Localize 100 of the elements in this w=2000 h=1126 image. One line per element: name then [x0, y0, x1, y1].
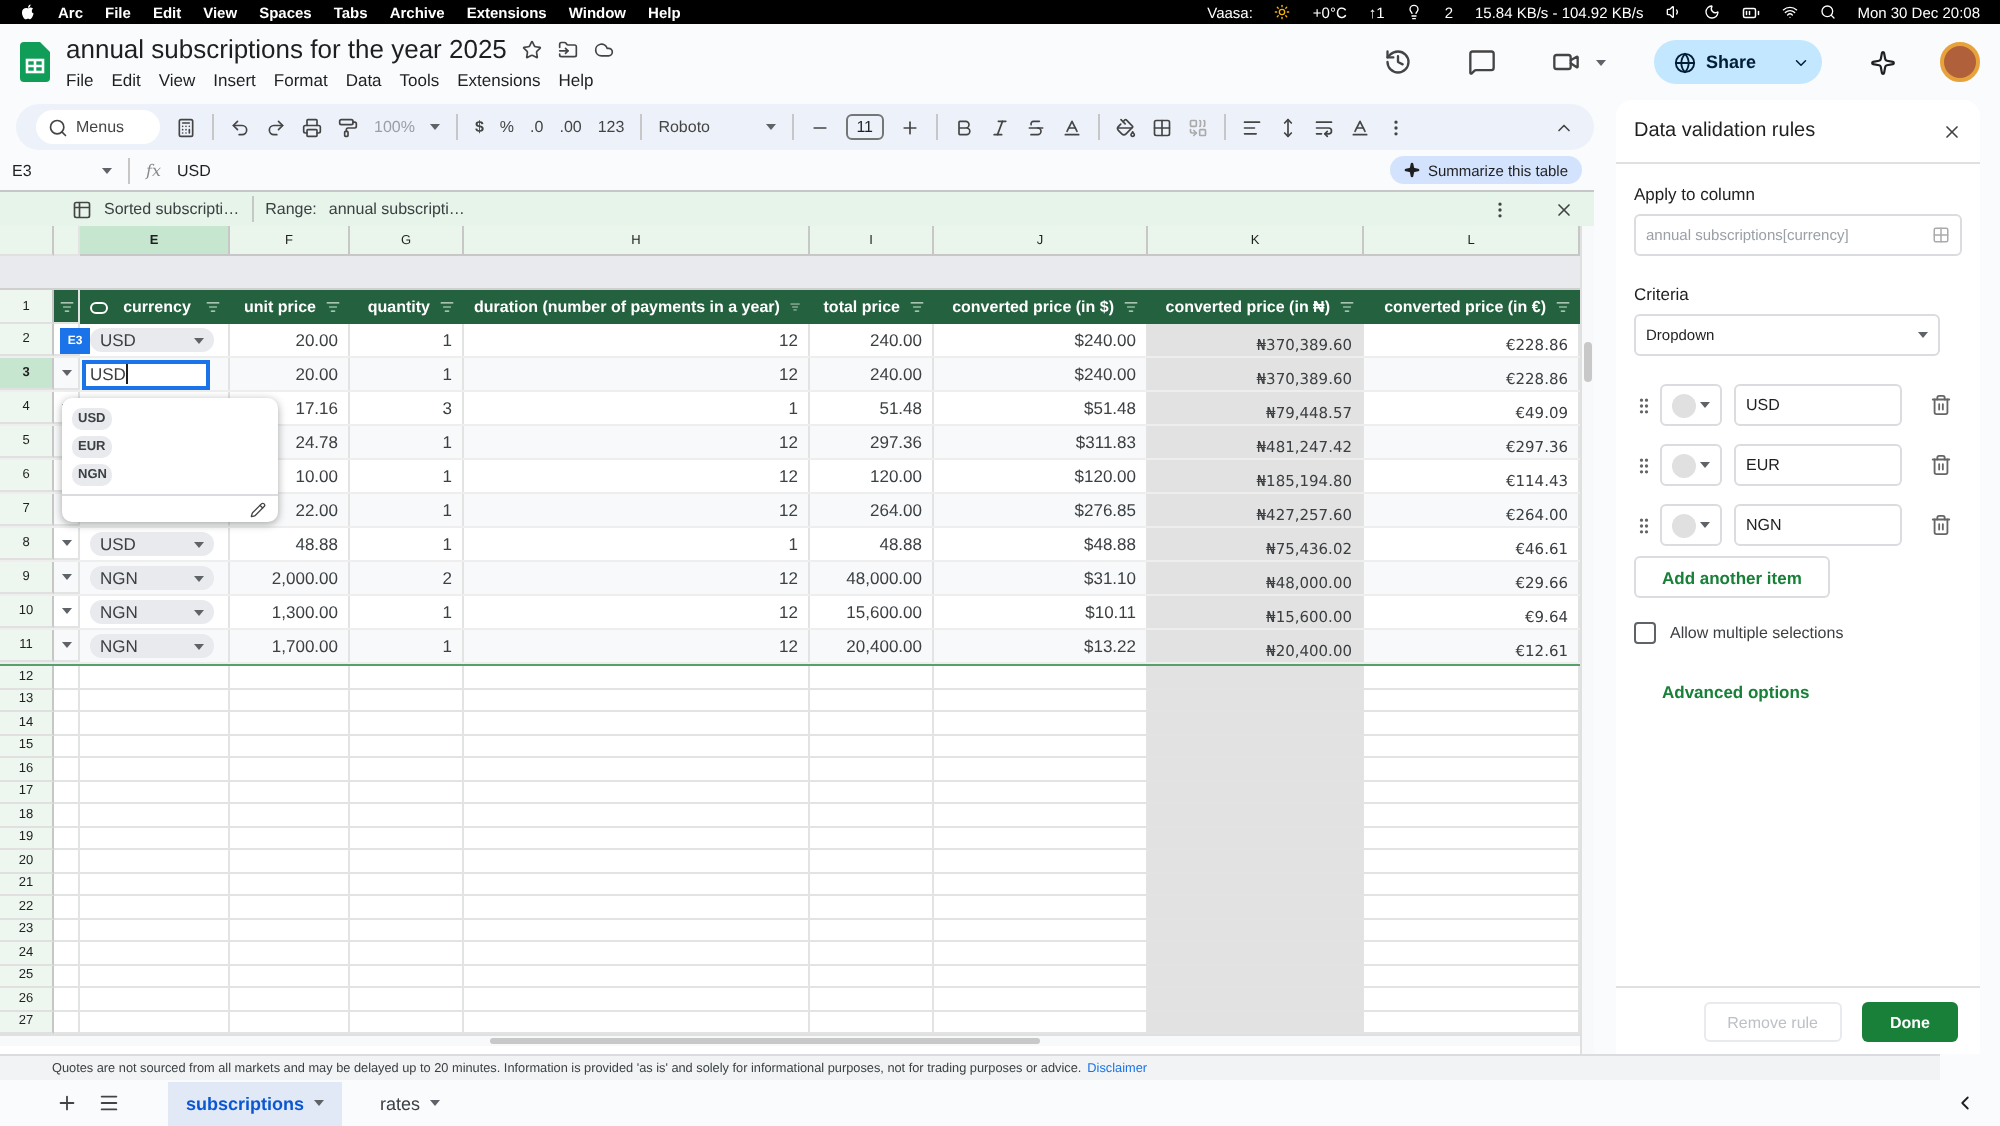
- caret-icon: [194, 643, 204, 649]
- filter-icon[interactable]: [205, 300, 220, 314]
- avatar[interactable]: [1940, 42, 1980, 82]
- delete-icon[interactable]: [1930, 394, 1952, 416]
- table-name[interactable]: Sorted subscripti…: [104, 200, 240, 218]
- plus-icon[interactable]: [899, 117, 920, 137]
- search-icon[interactable]: [1819, 4, 1836, 20]
- number-format-button[interactable]: %: [499, 118, 515, 136]
- item-field[interactable]: NGN: [1734, 504, 1902, 546]
- share-button[interactable]: Share: [1653, 40, 1822, 84]
- table-cell[interactable]: NGN: [80, 630, 230, 662]
- menu-item[interactable]: Extensions: [457, 70, 541, 90]
- cloud-icon[interactable]: [594, 39, 615, 59]
- sheet-tab[interactable]: rates: [362, 1081, 459, 1125]
- item-field[interactable]: USD: [1734, 384, 1902, 426]
- cell-editor[interactable]: USD: [82, 359, 210, 389]
- done-button[interactable]: Done: [1862, 1002, 1958, 1042]
- apple-logo-icon[interactable]: [20, 3, 36, 21]
- menu-item[interactable]: Insert: [213, 70, 256, 90]
- font-size-field[interactable]: 11: [846, 114, 884, 140]
- drag-handle-icon[interactable]: [1634, 395, 1654, 415]
- currency-dropdown[interactable]: NGN: [90, 566, 214, 590]
- currency-dropdown[interactable]: USD: [90, 532, 214, 556]
- drag-handle-icon[interactable]: [1634, 455, 1654, 475]
- fill-color-icon[interactable]: [1115, 117, 1136, 137]
- row-caret-icon: [61, 540, 71, 546]
- bold-icon[interactable]: [953, 117, 974, 137]
- wifi-icon[interactable]: [1781, 4, 1798, 20]
- filter-icon[interactable]: [59, 299, 73, 313]
- close-icon[interactable]: [1554, 199, 1574, 219]
- formula-value[interactable]: USD: [176, 161, 211, 179]
- print-icon[interactable]: [302, 117, 322, 137]
- menu-item[interactable]: Data: [345, 70, 382, 90]
- folder-icon[interactable]: [558, 39, 579, 59]
- comment-icon[interactable]: [1467, 48, 1496, 76]
- sparkle-icon[interactable]: [1870, 49, 1896, 75]
- menu-search-field[interactable]: Menus: [36, 110, 160, 144]
- paint-roller-icon[interactable]: [338, 117, 358, 137]
- delete-icon[interactable]: [1930, 454, 1952, 476]
- spreadsheet-logo-icon[interactable]: [20, 42, 50, 82]
- redo-icon[interactable]: [266, 117, 286, 137]
- text-color-icon[interactable]: [1061, 117, 1082, 137]
- color-swatch: [1672, 393, 1696, 417]
- drag-handle-icon[interactable]: [1634, 515, 1654, 535]
- currency-dropdown[interactable]: NGN: [90, 600, 214, 624]
- menu-item[interactable]: View: [158, 70, 196, 90]
- italic-icon[interactable]: [989, 117, 1010, 137]
- borders-icon[interactable]: [1151, 117, 1172, 137]
- advanced-options-link[interactable]: Advanced options: [1662, 682, 1810, 702]
- menu-item[interactable]: Format: [273, 70, 328, 90]
- currency-dropdown[interactable]: NGN: [90, 634, 214, 658]
- currency-dropdown[interactable]: USD: [90, 328, 214, 352]
- video-camera-icon[interactable]: [1551, 48, 1580, 76]
- range-value: annual subscripti…: [328, 200, 465, 218]
- filter-icon[interactable]: [1556, 300, 1570, 314]
- wrap-icon[interactable]: [1313, 117, 1334, 137]
- filter-icon[interactable]: [1124, 300, 1138, 314]
- document-title[interactable]: annual subscriptions for the year 2025: [66, 34, 507, 64]
- caret-icon: [430, 1100, 441, 1106]
- caret-icon: [194, 575, 204, 581]
- menu-item[interactable]: Help: [558, 70, 594, 90]
- menu-item[interactable]: Edit: [111, 70, 141, 90]
- checkbox[interactable]: [1634, 622, 1656, 644]
- menu-icon[interactable]: [98, 1092, 120, 1114]
- battery-icon[interactable]: [1741, 3, 1760, 21]
- delete-icon[interactable]: [1930, 514, 1952, 536]
- color-picker[interactable]: [1660, 444, 1722, 486]
- add-item-button[interactable]: Add another item: [1634, 556, 1830, 598]
- color-picker[interactable]: [1660, 504, 1722, 546]
- undo-icon[interactable]: [230, 117, 250, 137]
- filter-icon[interactable]: [326, 300, 340, 314]
- table-cell[interactable]: USD: [80, 358, 230, 390]
- number-format-button[interactable]: .00: [559, 118, 582, 136]
- close-icon[interactable]: [1942, 121, 1962, 141]
- item-field[interactable]: EUR: [1734, 444, 1902, 486]
- filter-icon[interactable]: [1340, 300, 1354, 314]
- number-format-button[interactable]: 123: [597, 118, 625, 136]
- number-format-button[interactable]: .0: [530, 118, 544, 136]
- pencil-icon[interactable]: [250, 501, 266, 517]
- table-cell: $276.85: [934, 494, 1148, 526]
- calculator-icon[interactable]: [176, 117, 196, 137]
- menu-item[interactable]: Tools: [399, 70, 440, 90]
- font-select[interactable]: Roboto: [658, 118, 751, 136]
- moon-icon[interactable]: [1703, 4, 1720, 20]
- filter-icon[interactable]: [440, 300, 454, 314]
- color-picker[interactable]: [1660, 384, 1722, 426]
- row-caret-icon: [61, 370, 71, 376]
- volume-icon[interactable]: [1665, 4, 1682, 20]
- number-format-button[interactable]: $: [474, 118, 484, 136]
- color-swatch: [1672, 513, 1696, 537]
- table-cell[interactable]: NGN: [80, 562, 230, 594]
- sheet-tab[interactable]: subscriptions: [168, 1081, 343, 1125]
- menu-item[interactable]: File: [66, 70, 94, 90]
- add-sheet-icon[interactable]: [56, 1092, 78, 1114]
- cell-reference[interactable]: E3: [12, 161, 32, 179]
- star-icon[interactable]: [522, 39, 543, 59]
- history-icon[interactable]: [1383, 48, 1412, 76]
- filter-icon[interactable]: [910, 300, 924, 314]
- strikethrough-icon[interactable]: [1025, 117, 1046, 137]
- align-icon[interactable]: [1241, 117, 1262, 137]
